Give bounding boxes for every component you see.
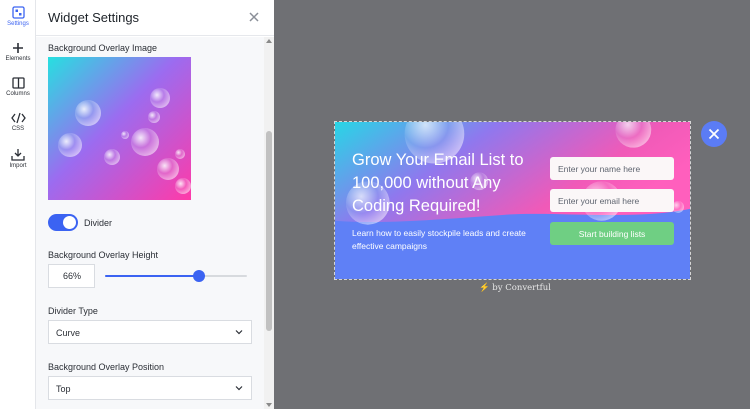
start-building-button[interactable]: Start building lists [550,222,674,245]
divider-toggle[interactable] [48,214,78,231]
rail-label-columns: Columns [6,91,30,97]
slider-handle[interactable] [192,270,205,282]
branding[interactable]: ⚡ by Convertful [479,283,551,293]
name-input[interactable]: Enter your name here [550,157,674,180]
overlay-position-select[interactable]: Top [48,376,252,400]
scroll-thumb[interactable] [266,131,272,331]
chevron-down-icon [235,330,243,335]
settings-icon [11,6,25,19]
widget-close-button[interactable] [701,121,727,147]
overlay-image-label: Background Overlay Image [48,43,158,53]
rail-label-import: Import [9,163,27,169]
rail-columns[interactable]: Columns [0,77,36,97]
rail-label-elements: Elements [5,56,31,62]
widget-headline: Grow Your Email List to 100,000 without … [352,151,524,215]
plus-icon [13,43,23,53]
close-icon [708,128,720,140]
panel-scrollbar[interactable] [264,37,274,409]
overlay-height-label: Background Overlay Height [48,250,159,260]
divider-toggle-knob [63,216,76,229]
widget-preview[interactable]: Grow Your Email List to 100,000 without … [334,121,691,280]
rail-import[interactable]: Import [0,148,36,169]
rail-label-css: CSS [11,126,25,132]
panel-title: Widget Settings [48,10,140,25]
lightning-icon: ⚡ [479,283,490,293]
rail-settings[interactable]: Settings [0,6,36,27]
branding-prefix: by [492,283,503,293]
widget-subtext: Learn how to easily stockpile leads and … [352,228,526,251]
branding-name: Convertful [505,283,551,293]
overlay-image-thumbnail[interactable] [48,57,191,200]
scroll-down-arrow[interactable] [266,403,272,407]
rail-css[interactable]: CSS [0,112,36,132]
panel-body: Background Overlay Image Divider Backgro… [36,37,264,409]
divider-toggle-label: Divider [84,218,113,228]
divider-type-value: Curve [56,328,81,338]
icon-rail: Settings Elements Columns CSS Import [0,0,36,409]
divider-type-select[interactable]: Curve [48,320,252,344]
columns-icon [11,77,25,89]
email-input[interactable]: Enter your email here [550,189,674,212]
divider-type-label: Divider Type [48,306,98,316]
overlay-height-input[interactable]: 66% [48,264,95,288]
rail-elements[interactable]: Elements [0,42,36,62]
close-icon[interactable] [247,10,261,24]
chevron-down-icon [235,386,243,391]
overlay-height-slider[interactable] [105,268,247,284]
code-icon [10,112,26,124]
overlay-position-label: Background Overlay Position [48,362,165,372]
overlay-position-value: Top [56,384,71,394]
panel-header: Widget Settings [36,0,274,36]
slider-fill [105,275,199,277]
import-icon [11,149,25,161]
rail-label-settings: Settings [7,21,29,27]
scroll-up-arrow[interactable] [266,39,272,43]
widget-settings-panel: Widget Settings Background Overlay Image [36,0,274,409]
preview-canvas: Grow Your Email List to 100,000 without … [274,0,750,409]
